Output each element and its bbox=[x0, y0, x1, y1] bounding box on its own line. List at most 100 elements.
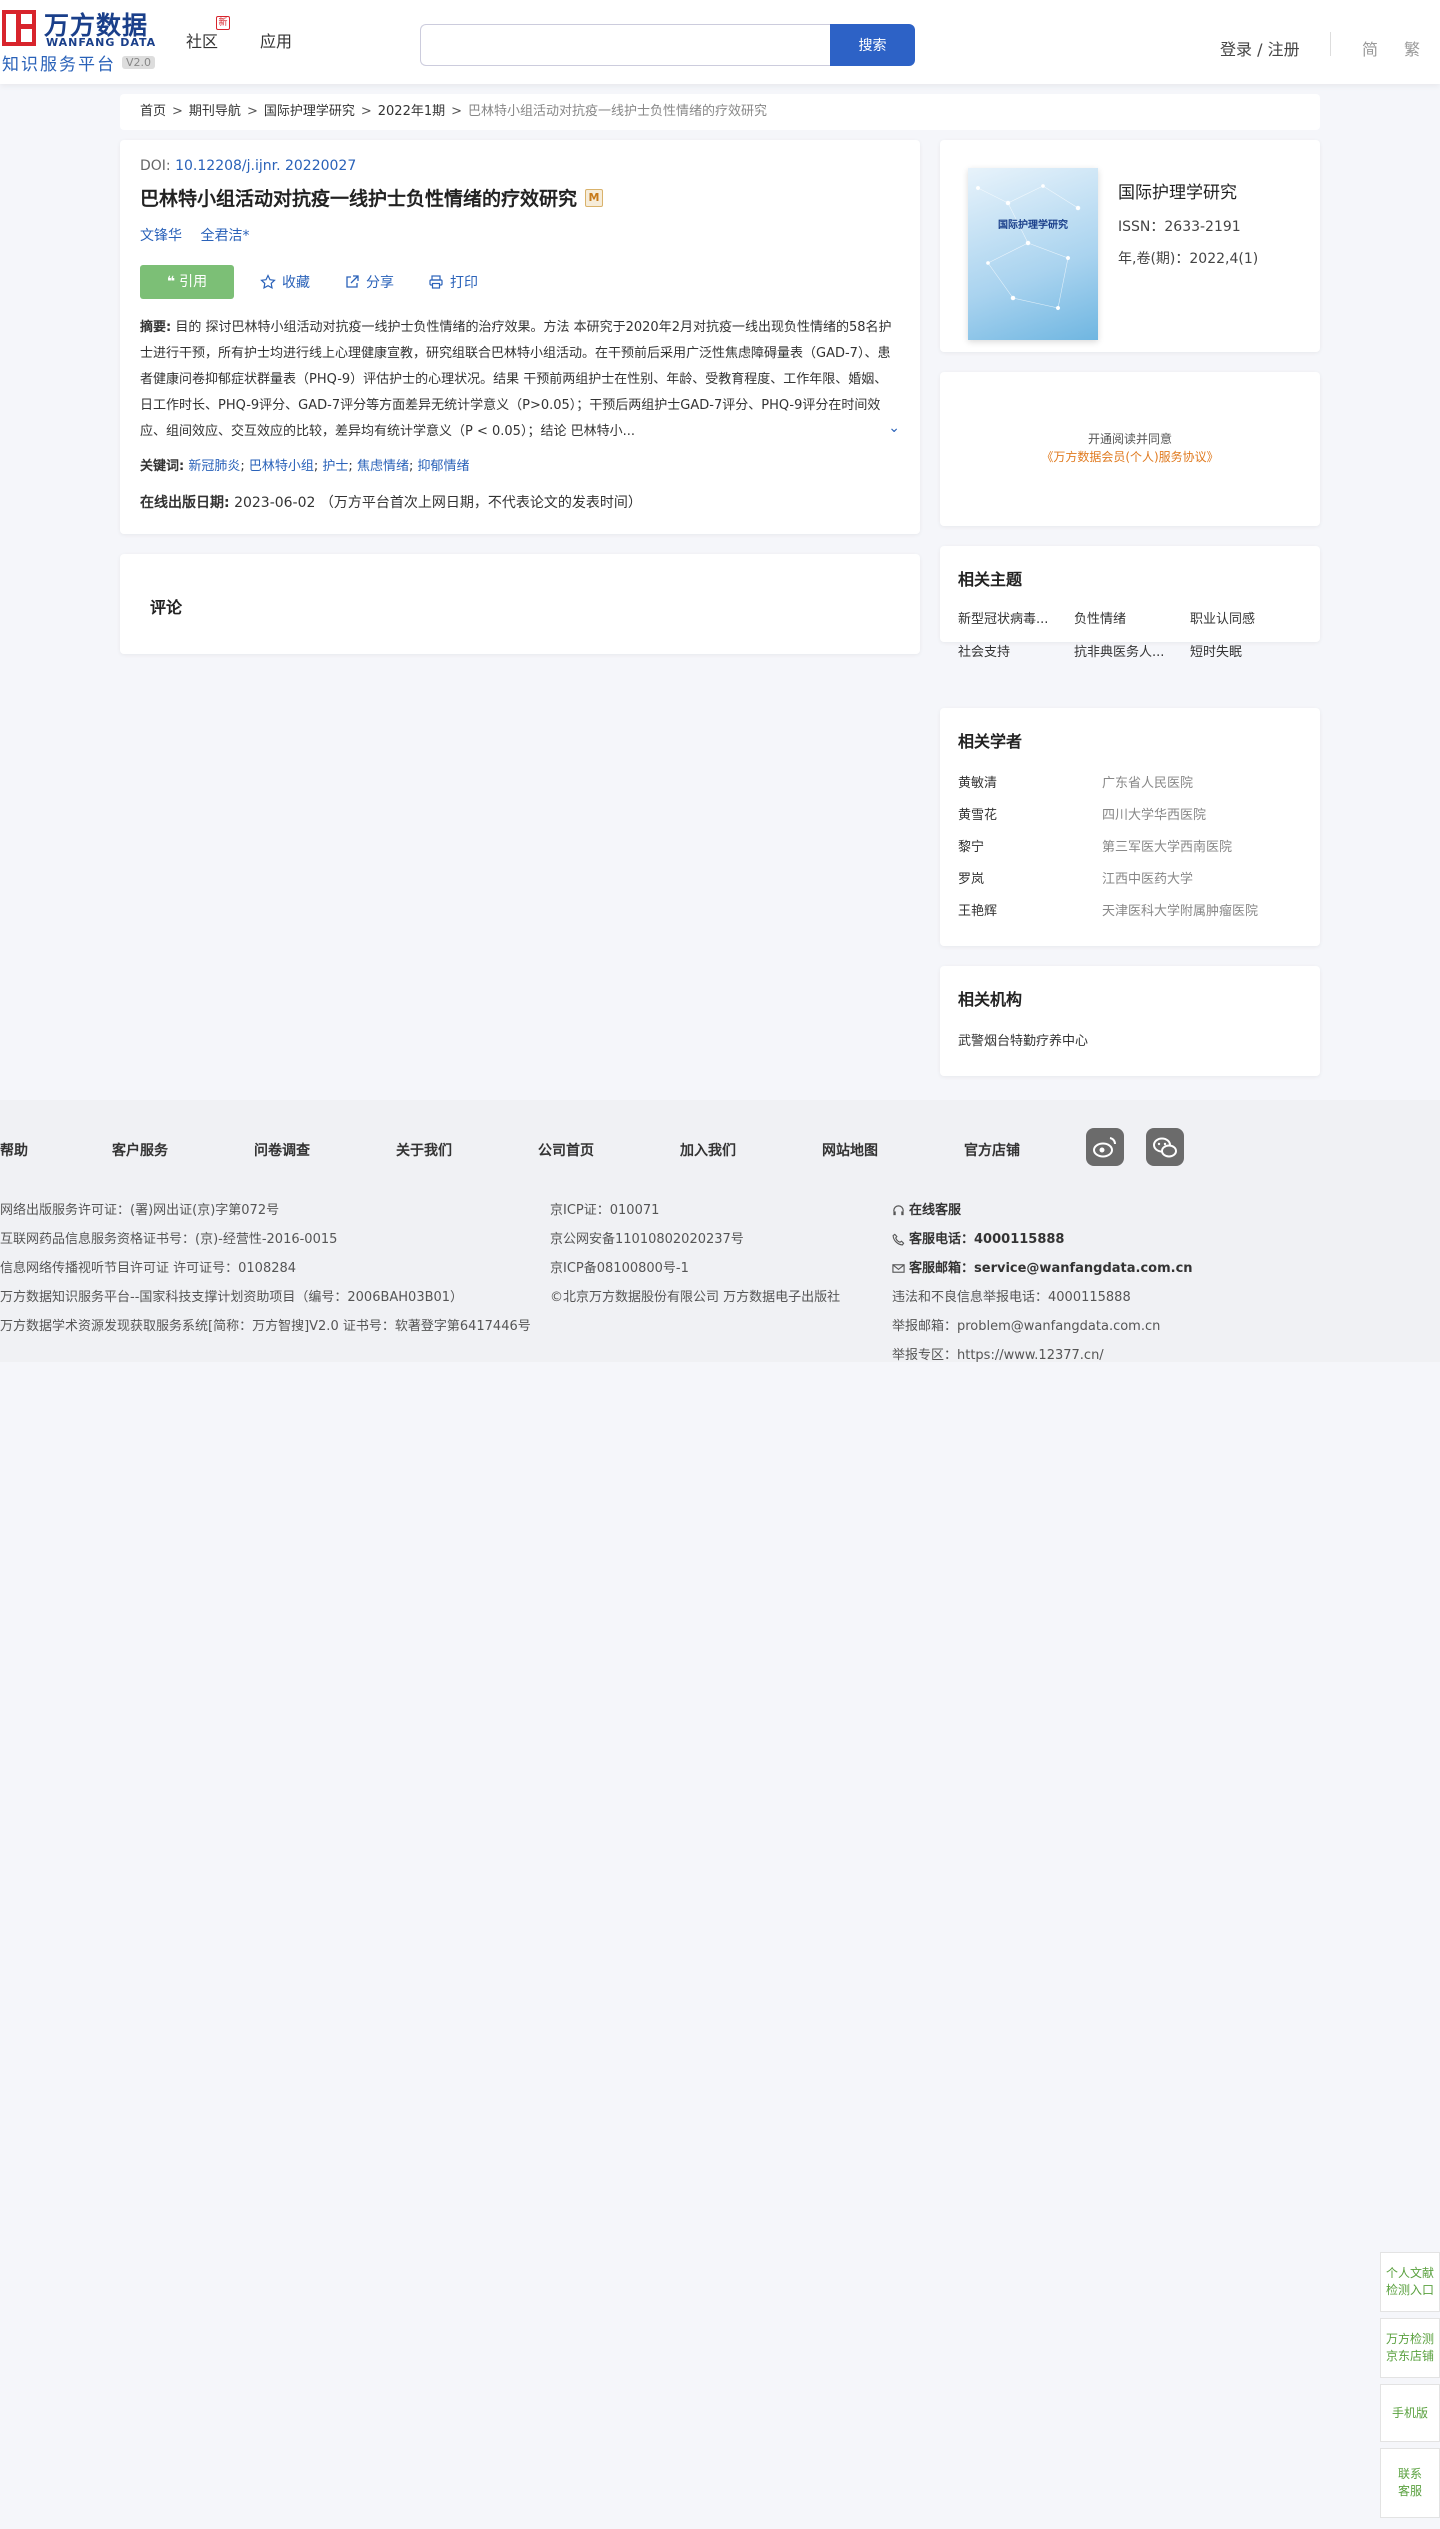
topic-link[interactable]: 社会支持 bbox=[958, 641, 1074, 660]
scholar-name[interactable]: 黄雪花 bbox=[958, 800, 1102, 832]
wechat-icon[interactable] bbox=[1146, 1128, 1184, 1166]
footer-help-link[interactable]: 帮助 bbox=[0, 1140, 28, 1160]
expand-chevron-icon[interactable]: ⌄ bbox=[886, 415, 900, 441]
scholar-row: 黄雪花 四川大学华西医院 bbox=[958, 800, 1302, 832]
keyword-link[interactable]: 抑郁情绪 bbox=[417, 459, 469, 474]
header-divider bbox=[1330, 32, 1331, 56]
icp-line[interactable]: 京ICP证：010071 bbox=[550, 1196, 840, 1225]
nav-community[interactable]: 社区 bbox=[186, 28, 218, 52]
abstract: 摘要: 目的 探讨巴林特小组活动对抗疫一线护士负性情绪的治疗效果。方法 本研究于… bbox=[140, 315, 900, 445]
topic-link[interactable]: 职业认同感 bbox=[1190, 608, 1306, 627]
scholar-org: 广东省人民医院 bbox=[1102, 776, 1194, 791]
journal-volume: 年,卷(期)：2022,4(1) bbox=[1118, 251, 1259, 267]
share-icon bbox=[346, 275, 359, 288]
related-institutions-title: 相关机构 bbox=[958, 990, 1023, 1009]
wanfang-logo[interactable]: 万方数据 WANFANG DATA 知识服务平台 V2.0 bbox=[0, 6, 160, 75]
icp-line[interactable]: 京ICP备08100800号-1 bbox=[550, 1254, 840, 1283]
lang-simplified[interactable]: 简 bbox=[1362, 36, 1378, 60]
top-header: 万方数据 WANFANG DATA 知识服务平台 V2.0 社区 新 应用 搜索… bbox=[0, 0, 1440, 84]
scholar-name[interactable]: 黄敏清 bbox=[958, 768, 1102, 800]
journal-cover-image[interactable]: 国际护理学研究 bbox=[968, 168, 1098, 340]
nav-apps[interactable]: 应用 bbox=[260, 28, 292, 52]
related-topics-card: 相关主题 新型冠状病毒... 负性情绪 职业认同感 社会支持 抗非典医务人...… bbox=[940, 546, 1320, 660]
icp-line[interactable]: 京公网安备11010802020237号 bbox=[550, 1225, 840, 1254]
float-mobile-version[interactable]: 手机版 bbox=[1380, 2384, 1440, 2442]
related-topics-list: 新型冠状病毒... 负性情绪 职业认同感 社会支持 抗非典医务人... 短时失眠 bbox=[958, 608, 1302, 660]
scholar-name[interactable]: 王艳辉 bbox=[958, 896, 1102, 928]
breadcrumb-journal[interactable]: 国际护理学研究 bbox=[264, 104, 355, 119]
cite-button[interactable]: ❝ 引用 bbox=[140, 265, 234, 299]
print-button[interactable]: 打印 bbox=[428, 272, 478, 292]
service-email-label: 客服邮箱： bbox=[909, 1261, 975, 1276]
license-line: 网络出版服务许可证：(署)网出证(京)字第072号 bbox=[0, 1203, 280, 1218]
footer-official-store-link[interactable]: 官方店铺 bbox=[964, 1140, 1020, 1160]
journal-issn: ISSN：2633-2191 bbox=[1118, 219, 1241, 235]
logo-subtitle: 知识服务平台 bbox=[2, 55, 116, 75]
topic-link[interactable]: 新型冠状病毒... bbox=[958, 608, 1074, 627]
abstract-text: 目的 探讨巴林特小组活动对抗疫一线护士负性情绪的治疗效果。方法 本研究于2020… bbox=[140, 320, 892, 439]
breadcrumb-issue[interactable]: 2022年1期 bbox=[378, 104, 445, 119]
breadcrumb-current: 巴林特小组活动对抗疫一线护士负性情绪的疗效研究 bbox=[468, 104, 768, 119]
keyword-link[interactable]: 护士 bbox=[322, 459, 348, 474]
topic-link[interactable]: 短时失眠 bbox=[1190, 641, 1306, 660]
footer-sitemap-link[interactable]: 网站地图 bbox=[822, 1140, 878, 1160]
article-actions: ❝ 引用 收藏 分享 打印 bbox=[140, 265, 900, 299]
search-input[interactable] bbox=[420, 24, 830, 66]
journal-info-card: 国际护理学研究 国际护理学研究 ISSN：2633-2191 年,卷(期)：20… bbox=[940, 140, 1320, 352]
login-register-link[interactable]: 登录 / 注册 bbox=[1220, 36, 1300, 60]
scholar-name[interactable]: 黎宁 bbox=[958, 832, 1102, 864]
keyword-link[interactable]: 巴林特小组 bbox=[249, 459, 314, 474]
service-email-address[interactable]: service@wanfangdata.com.cn bbox=[974, 1254, 1193, 1283]
footer-join-us-link[interactable]: 加入我们 bbox=[680, 1140, 736, 1160]
membership-agreement-link[interactable]: 《万方数据会员(个人)服务协议》 bbox=[1041, 450, 1218, 464]
collect-button[interactable]: 收藏 bbox=[260, 272, 310, 292]
author-link[interactable]: 全君洁* bbox=[200, 228, 249, 244]
institution-link[interactable]: 武警烟台特勤疗养中心 bbox=[958, 1030, 1302, 1049]
footer-customer-service-link[interactable]: 客户服务 bbox=[112, 1140, 168, 1160]
doi: DOI: 10.12208/j.ijnr. 20220027 bbox=[140, 158, 900, 174]
doi-link[interactable]: 10.12208/j.ijnr. 20220027 bbox=[175, 158, 356, 174]
topic-link[interactable]: 负性情绪 bbox=[1074, 608, 1190, 627]
share-button[interactable]: 分享 bbox=[344, 272, 394, 292]
float-contact-service[interactable]: 联系客服 bbox=[1380, 2448, 1440, 2518]
float-jd-store[interactable]: 万方检测京东店铺 bbox=[1380, 2318, 1440, 2378]
report-email[interactable]: 举报邮箱：problem@wanfangdata.com.cn bbox=[892, 1312, 1193, 1341]
scholar-org: 江西中医药大学 bbox=[1102, 872, 1194, 887]
breadcrumb-separator: > bbox=[360, 104, 372, 119]
keywords: 关键词: 新冠肺炎; 巴林特小组; 护士; 焦虑情绪; 抑郁情绪 bbox=[140, 459, 470, 474]
float-personal-check-entry[interactable]: 个人文献检测入口 bbox=[1380, 2252, 1440, 2312]
breadcrumb-journals[interactable]: 期刊导航 bbox=[189, 104, 241, 119]
lang-traditional[interactable]: 繁 bbox=[1404, 36, 1420, 60]
abstract-label: 摘要: bbox=[140, 320, 172, 335]
author-link[interactable]: 文锋华 bbox=[140, 228, 182, 244]
report-zone[interactable]: 举报专区：https://www.12377.cn/ bbox=[892, 1341, 1193, 1370]
license-line: 信息网络传播视听节目许可证 许可证号：0108284 bbox=[0, 1261, 297, 1276]
breadcrumb-separator: > bbox=[246, 104, 258, 119]
license-line: 互联网药品信息服务资格证书号：(京)-经营性-2016-0015 bbox=[0, 1232, 338, 1247]
article-title: 巴林特小组活动对抗疫一线护士负性情绪的疗效研究 bbox=[140, 188, 578, 210]
scholar-name[interactable]: 罗岚 bbox=[958, 864, 1102, 896]
printer-icon bbox=[429, 275, 443, 289]
scholar-org: 天津医科大学附属肿瘤医院 bbox=[1102, 904, 1259, 919]
site-footer: 帮助 客户服务 问卷调查 关于我们 公司首页 加入我们 网站地图 官方店铺 网络… bbox=[0, 1100, 1440, 1363]
breadcrumb-home[interactable]: 首页 bbox=[140, 104, 166, 119]
headset-icon bbox=[893, 1205, 904, 1216]
scholar-row: 罗岚 江西中医药大学 bbox=[958, 864, 1302, 896]
footer-survey-link[interactable]: 问卷调查 bbox=[254, 1140, 310, 1160]
footer-about-link[interactable]: 关于我们 bbox=[396, 1140, 452, 1160]
print-label: 打印 bbox=[450, 275, 478, 291]
topic-link[interactable]: 抗非典医务人... bbox=[1074, 641, 1190, 660]
journal-name[interactable]: 国际护理学研究 bbox=[1118, 178, 1237, 203]
weibo-icon[interactable] bbox=[1086, 1128, 1124, 1166]
logo-english-name: WANFANG DATA bbox=[46, 36, 157, 49]
keyword-link[interactable]: 焦虑情绪 bbox=[357, 459, 409, 474]
keyword-link[interactable]: 新冠肺炎 bbox=[188, 459, 240, 474]
article-detail-card: DOI: 10.12208/j.ijnr. 20220027 巴林特小组活动对抗… bbox=[120, 140, 920, 534]
scholar-org: 第三军医大学西南医院 bbox=[1102, 840, 1233, 855]
footer-company-home-link[interactable]: 公司首页 bbox=[538, 1140, 594, 1160]
scholar-row: 黎宁 第三军医大学西南医院 bbox=[958, 832, 1302, 864]
online-service-row[interactable]: 在线客服 bbox=[892, 1196, 1193, 1225]
logo-version-badge: V2.0 bbox=[122, 56, 156, 69]
search-button[interactable]: 搜索 bbox=[830, 24, 915, 66]
wanfang-logo-mark bbox=[2, 10, 36, 46]
